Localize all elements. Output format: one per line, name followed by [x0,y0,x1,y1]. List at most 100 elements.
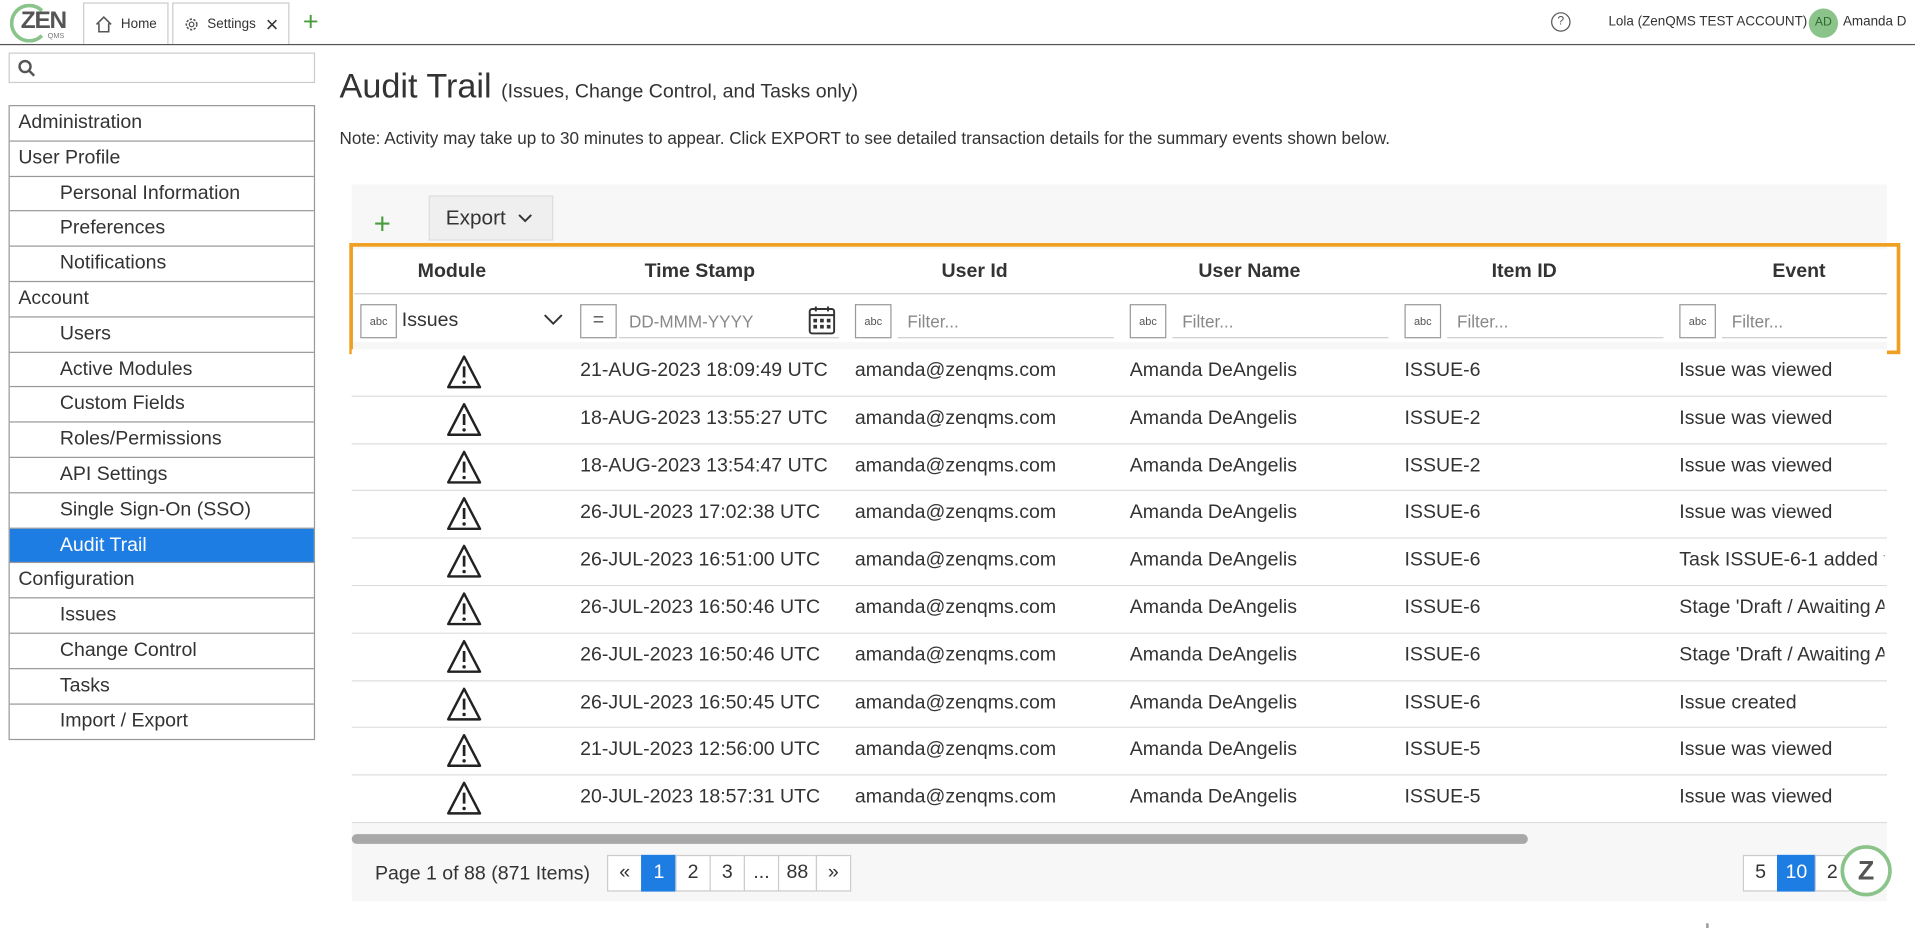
cursor-mark [1706,923,1709,928]
help-icon[interactable]: ? [1551,12,1571,32]
cell-item-id: ISSUE-5 [1404,786,1481,808]
issue-warning-icon [446,449,483,486]
cell-user-id: amanda@zenqms.com [854,739,1057,761]
account-name[interactable]: Lola (ZenQMS TEST ACCOUNT) [1608,15,1807,30]
sidebar-item-active-modules[interactable]: Active Modules [9,352,314,388]
table-row[interactable]: 21-JUL-2023 12:56:00 UTC amanda@zenqms.co… [351,728,1887,776]
cell-user-id: amanda@zenqms.com [854,407,1057,429]
export-label: Export [445,205,506,229]
issue-warning-icon [446,354,483,391]
table-row[interactable]: 26-JUL-2023 16:50:46 UTC amanda@zenqms.co… [351,633,1887,681]
page-title: Audit Trail (Issues, Change Control, and… [339,67,859,106]
user-name[interactable]: Amanda D [1843,15,1906,30]
sidebar-item-users[interactable]: Users [9,317,314,353]
cell-time-stamp: 26-JUL-2023 16:50:46 UTC [580,644,821,666]
tab-home[interactable]: Home [83,2,169,44]
pager-page-button[interactable]: 3 [709,854,745,892]
sidebar-item-account[interactable]: Account [9,282,314,318]
sidebar-item-import-export[interactable]: Import / Export [10,704,314,739]
sidebar-search-input[interactable] [8,52,316,84]
cell-user-name: Amanda DeAngelis [1129,597,1297,618]
cell-user-name: Amanda DeAngelis [1129,502,1297,524]
sidebar-item-user-profile[interactable]: User Profile [9,141,314,177]
cell-user-name: Amanda DeAngelis [1129,691,1297,713]
issue-warning-icon [446,686,483,723]
cell-user-id: amanda@zenqms.com [854,549,1057,571]
help-bubble[interactable]: Z [1840,845,1892,897]
cell-item-id: ISSUE-6 [1404,691,1481,713]
pager-page-button[interactable]: 2 [675,854,711,892]
tab-settings[interactable]: Settings × [172,2,290,44]
table-row[interactable]: 18-AUG-2023 13:55:27 UTC amanda@zenqms.co… [351,396,1887,445]
sidebar-item-change-control[interactable]: Change Control [9,634,314,669]
page-subtitle: (Issues, Change Control, and Tasks only) [501,81,859,103]
pager-prev-button[interactable]: « [606,854,643,892]
cell-event: Issue was viewed [1679,786,1833,808]
cell-time-stamp: 26-JUL-2023 16:50:45 UTC [580,691,821,713]
cell-user-name: Amanda DeAngelis [1129,549,1297,571]
table-row[interactable]: 26-JUL-2023 17:02:38 UTC amanda@zenqms.co… [351,491,1887,539]
sidebar-item-single-sign-on-sso[interactable]: Single Sign-On (SSO) [9,493,314,529]
sidebar-item-audit-trail[interactable]: Audit Trail [9,528,314,564]
cell-user-name: Amanda DeAngelis [1129,360,1297,382]
issue-warning-icon [446,402,483,439]
table-row[interactable]: 26-JUL-2023 16:51:00 UTC amanda@zenqms.co… [351,538,1887,587]
sidebar-item-issues[interactable]: Issues [9,599,314,634]
sidebar-item-notifications[interactable]: Notifications [9,247,314,283]
cell-event: Issue was viewed [1679,407,1833,429]
pager-page-button[interactable]: 88 [777,854,817,892]
page-size-option[interactable]: 5 [1742,854,1779,892]
chevron-down-icon [518,213,533,222]
issue-warning-icon [446,496,483,533]
sidebar-item-tasks[interactable]: Tasks [9,669,314,705]
table-row[interactable]: 21-AUG-2023 18:09:49 UTC amanda@zenqms.co… [351,349,1887,397]
activity-note: Note: Activity may take up to 30 minutes… [339,128,1391,148]
issue-warning-icon [446,733,483,770]
tab-settings-label: Settings [207,16,256,32]
cell-event: Issue was viewed [1679,360,1833,382]
pager-page-button[interactable]: ... [743,854,780,892]
add-button[interactable]: + [374,208,391,242]
add-tab-button[interactable]: + [303,6,319,38]
sidebar-item-configuration[interactable]: Configuration [9,563,314,599]
table-row[interactable]: 20-JUL-2023 18:57:31 UTC amanda@zenqms.co… [351,775,1887,824]
horizontal-scrollbar[interactable] [351,834,1528,844]
cell-item-id: ISSUE-2 [1404,455,1481,476]
cell-event: Issue created [1679,691,1797,713]
page-size-option[interactable]: 10 [1776,854,1816,892]
cell-user-name: Amanda DeAngelis [1129,455,1297,476]
cell-user-id: amanda@zenqms.com [854,502,1057,524]
close-tab-icon[interactable]: × [266,13,279,35]
export-button[interactable]: Export [428,195,554,241]
cell-event: Issue was viewed [1679,502,1833,524]
cell-user-name: Amanda DeAngelis [1129,786,1297,808]
table-row[interactable]: 26-JUL-2023 16:50:46 UTC amanda@zenqms.co… [351,586,1887,634]
avatar[interactable]: AD [1808,8,1839,38]
sidebar-item-custom-fields[interactable]: Custom Fields [9,388,314,423]
cell-time-stamp: 26-JUL-2023 16:51:00 UTC [580,549,821,571]
table-row[interactable]: 18-AUG-2023 13:54:47 UTC amanda@zenqms.co… [351,444,1887,492]
home-icon [95,15,112,32]
cell-event: Task ISSUE-6-1 added to [1679,549,1885,571]
sidebar-item-roles-permissions[interactable]: Roles/Permissions [9,423,314,458]
cell-event: Issue was viewed [1679,455,1833,476]
cell-time-stamp: 18-AUG-2023 13:54:47 UTC [580,455,828,476]
cell-event: Stage 'Draft / Awaiting A [1679,644,1885,666]
cell-item-id: ISSUE-6 [1404,597,1481,618]
cell-time-stamp: 26-JUL-2023 16:50:46 UTC [580,597,821,618]
sidebar-item-preferences[interactable]: Preferences [9,212,314,247]
pager-next-button[interactable]: » [815,854,851,892]
zenqms-logo[interactable]: ZEN QMS [9,2,70,43]
filter-highlight [349,243,1901,355]
sidebar-item-api-settings[interactable]: API Settings [9,458,314,494]
issue-warning-icon [446,638,483,675]
cell-item-id: ISSUE-6 [1404,502,1481,524]
table-row[interactable]: 26-JUL-2023 16:50:45 UTC amanda@zenqms.co… [351,680,1887,729]
cell-item-id: ISSUE-6 [1404,644,1481,666]
sidebar-item-administration[interactable]: Administration [9,106,314,142]
cell-time-stamp: 21-AUG-2023 18:09:49 UTC [580,360,828,382]
search-icon [18,59,36,77]
cell-user-name: Amanda DeAngelis [1129,644,1297,666]
pager-page-button[interactable]: 1 [641,854,677,892]
sidebar-item-personal-information[interactable]: Personal Information [9,177,314,212]
